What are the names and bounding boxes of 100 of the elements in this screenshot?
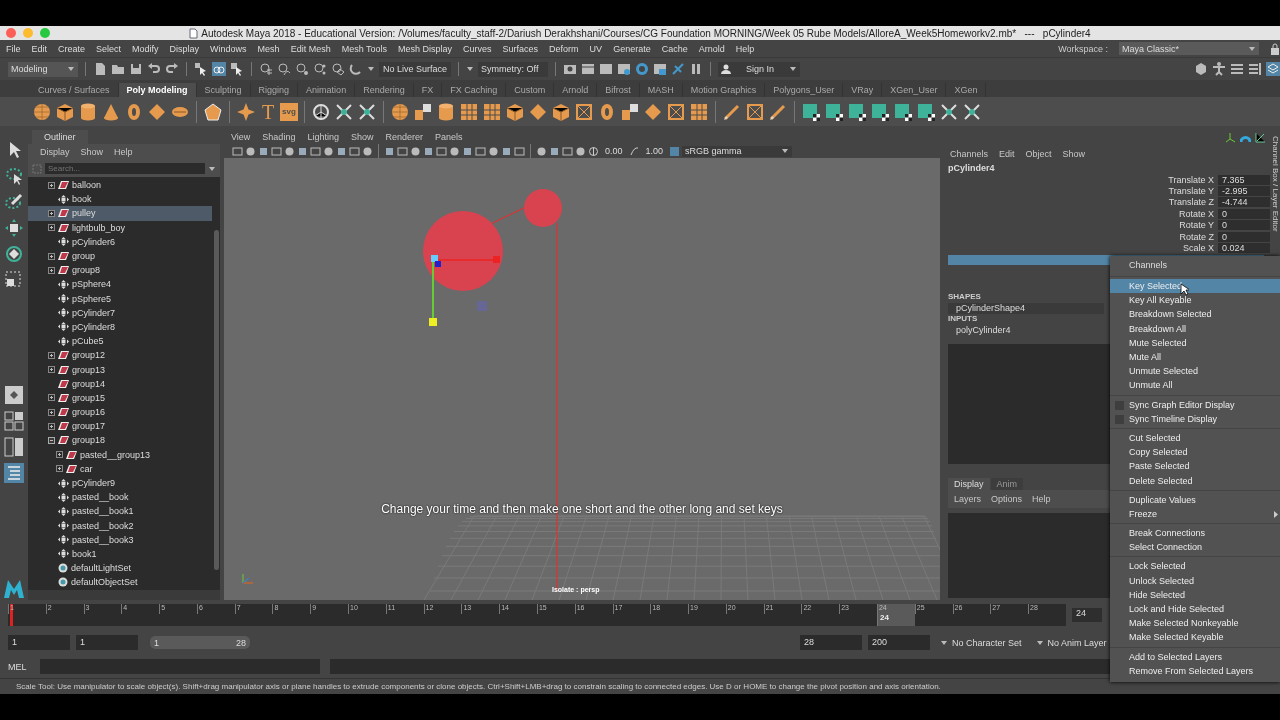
shape-node[interactable]: pCylinderShape4 (948, 302, 1104, 314)
lock-icon[interactable] (1270, 42, 1280, 55)
menu-item[interactable]: Select Connection (1110, 540, 1280, 555)
expand-icon[interactable] (48, 351, 55, 359)
attribute-name[interactable]: Translate Z (1168, 197, 1218, 208)
gamma-icon[interactable] (628, 145, 640, 157)
sphere-icon[interactable] (390, 101, 410, 122)
svg-tool-icon[interactable]: svg (280, 102, 298, 121)
attribute-name[interactable]: Translate Y (1168, 186, 1218, 197)
menu-item[interactable]: Channels (950, 149, 989, 159)
script-language-label[interactable]: MEL (8, 661, 34, 672)
outliner-item[interactable]: defaultObjectSet (28, 575, 212, 590)
menu-item[interactable]: Curves (463, 43, 492, 54)
menu-item[interactable]: Modify (132, 43, 159, 54)
attribute-value[interactable]: 0.024 (1218, 243, 1270, 254)
lasso-select-icon[interactable] (4, 166, 24, 186)
playhead-marker[interactable] (10, 604, 13, 626)
expand-icon[interactable] (56, 451, 63, 459)
attribute-name[interactable]: Rotate X (1178, 208, 1218, 219)
checker-square-icon[interactable] (870, 101, 890, 122)
menu-item[interactable]: Display (40, 147, 70, 157)
color-management-icon[interactable] (669, 145, 681, 157)
menu-item[interactable]: Mesh Display (398, 43, 453, 54)
channel-box-icon[interactable] (1266, 62, 1280, 76)
render-settings-icon[interactable] (617, 62, 632, 76)
menu-item[interactable]: UV (589, 43, 603, 54)
attribute-name[interactable]: Translate X (1168, 174, 1218, 185)
menu-item[interactable]: Help (114, 147, 133, 157)
live-surface-field[interactable]: No Live Surface (379, 61, 452, 77)
outliner-item[interactable]: pCylinder7 (28, 305, 212, 320)
outliner-item[interactable]: pCylinder9 (28, 475, 212, 491)
scale-icon[interactable] (4, 270, 24, 290)
command-input-field[interactable] (40, 659, 320, 674)
menu-item[interactable]: Layers (954, 493, 981, 504)
menu-item[interactable]: Shading (262, 132, 296, 142)
human-figure-icon[interactable] (1212, 62, 1226, 76)
four-pane-layout-icon[interactable] (4, 411, 24, 431)
move-icon[interactable] (4, 218, 24, 238)
new-file-icon[interactable] (93, 62, 107, 76)
panel-tab[interactable]: Outliner (32, 130, 88, 144)
attribute-editor-icon[interactable] (1230, 62, 1244, 76)
attribute-value[interactable]: 0 (1218, 220, 1270, 231)
menu-item[interactable]: Key Selected (1110, 279, 1280, 294)
expand-icon[interactable] (48, 224, 55, 232)
checker-square-icon[interactable] (847, 101, 867, 122)
outliner-item[interactable]: group17 (28, 419, 212, 434)
polygon-icon[interactable] (203, 101, 223, 122)
collapse-icon[interactable] (48, 436, 55, 444)
menu-item[interactable]: Create (58, 43, 86, 54)
menu-item[interactable]: Remove From Selected Layers (1110, 663, 1280, 678)
menu-item[interactable]: Make Selected Keyable (1110, 630, 1280, 645)
outliner-item[interactable]: pCylinder6 (28, 234, 212, 249)
menu-item[interactable]: Break Connections (1110, 526, 1280, 541)
exposure-value[interactable]: 0.00 (601, 146, 627, 156)
menu-item[interactable]: Lock Selected (1110, 559, 1280, 574)
menu-item[interactable]: Copy Selected (1110, 445, 1280, 460)
expand-icon[interactable] (48, 181, 55, 189)
select-component-icon[interactable] (230, 62, 244, 76)
menu-item[interactable]: Show (1062, 149, 1086, 159)
menu-item[interactable]: Cache (661, 43, 688, 54)
checker-square-icon[interactable] (893, 101, 913, 122)
menu-item[interactable]: Edit Mesh (290, 43, 331, 54)
plane-icon[interactable] (528, 101, 548, 122)
cube-icon[interactable] (551, 101, 571, 122)
outliner-layout-icon[interactable] (4, 463, 24, 483)
outliner-item[interactable]: lightbulb_boy (28, 220, 212, 235)
expand-icon[interactable] (48, 266, 55, 274)
outliner-item[interactable]: balloon (28, 178, 212, 193)
menu-item[interactable]: Options (991, 493, 1023, 504)
menu-item[interactable]: Arnold (698, 43, 725, 54)
snap-grid-icon[interactable] (259, 62, 273, 76)
menu-item[interactable]: Generate (613, 43, 651, 54)
plane-icon[interactable] (147, 101, 167, 122)
attribute-value[interactable]: -4.744 (1218, 197, 1270, 208)
menu-item[interactable]: Breakdown Selected (1110, 307, 1280, 322)
frame-icon[interactable] (745, 101, 765, 122)
menu-item[interactable]: Display (169, 43, 200, 54)
cube-icon[interactable] (505, 101, 525, 122)
cube-icon[interactable] (55, 101, 75, 122)
redo-icon[interactable] (165, 62, 179, 76)
outliner-item[interactable]: pCylinder8 (28, 319, 212, 335)
menu-item[interactable]: Add to Selected Layers (1110, 649, 1280, 664)
graph-icon[interactable] (1255, 132, 1266, 143)
cylinder-icon[interactable] (436, 101, 456, 122)
outliner-item[interactable]: group13 (28, 362, 212, 377)
exposure-icon[interactable] (588, 145, 599, 157)
outliner-item[interactable]: pulley (28, 206, 212, 221)
outliner-item[interactable]: group14 (28, 376, 212, 391)
outliner-item[interactable]: group16 (28, 405, 212, 420)
menu-item[interactable]: Make Selected Nonkeyable (1110, 616, 1280, 631)
menu-item[interactable]: Lock and Hide Selected (1110, 601, 1280, 617)
layer-tab[interactable]: Anim (990, 477, 1024, 490)
render-setup-icon[interactable] (653, 62, 668, 76)
cross-icon[interactable] (962, 101, 982, 122)
outliner-item[interactable]: group8 (28, 263, 212, 278)
outliner-item[interactable]: pasted__book (28, 490, 212, 505)
outliner-item[interactable]: group18 (28, 433, 212, 448)
mode-dropdown[interactable]: Modeling (8, 61, 78, 77)
outliner-item[interactable]: car (28, 461, 212, 476)
expand-icon[interactable] (48, 408, 55, 416)
